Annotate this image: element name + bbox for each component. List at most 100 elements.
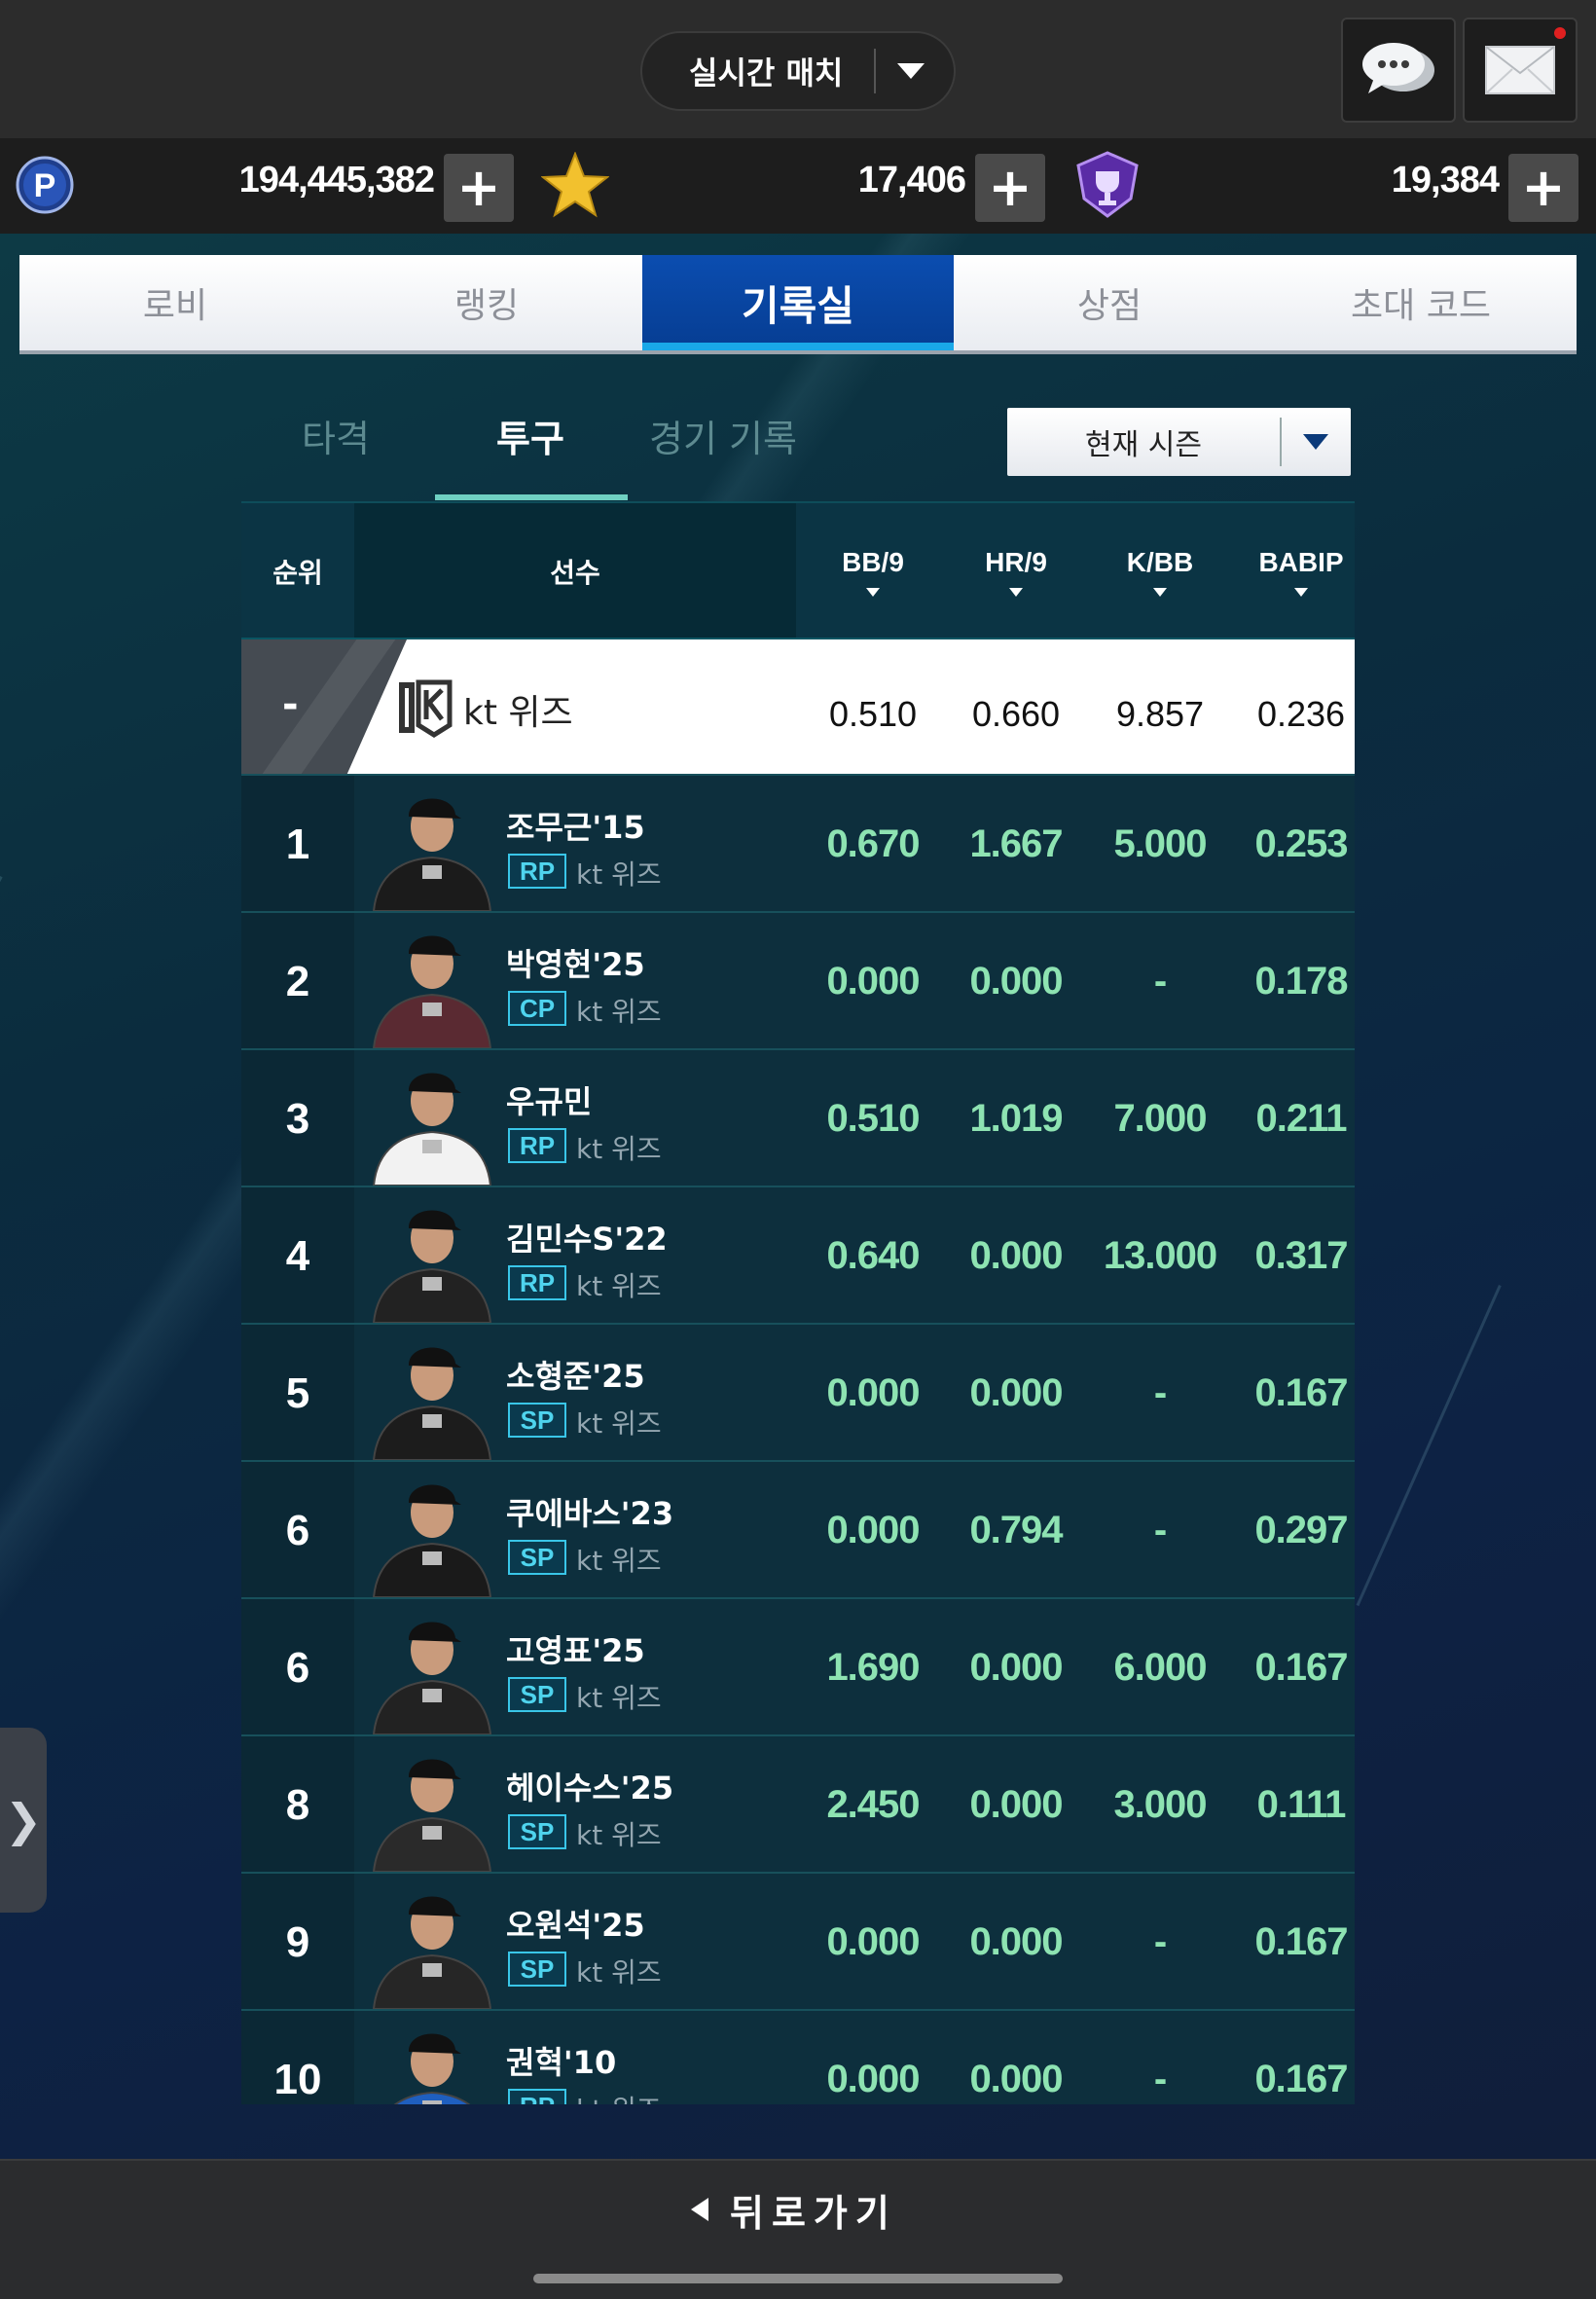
player-rank: 1 [285,821,310,868]
player-photo [354,1050,510,1186]
pitching-stats-table: 순위 선수 BB/9 HR/9 K/BB BABIP - kt 위즈 0.510… [241,501,1355,2104]
stat-kbb: 6.000 [1113,1646,1207,1689]
player-team: kt 위즈 [576,1407,662,1440]
table-row[interactable]: 2 박영현'25 CP kt 위즈 0.000 0.000 - 0.178 [241,911,1355,1048]
table-row[interactable]: 9 오원석'25 SP kt 위즈 0.000 0.000 - 0.167 [241,1872,1355,2009]
table-row[interactable]: 3 우규민 RP kt 위즈 0.510 1.019 7.000 0.211 [241,1048,1355,1186]
header-bb9-label: BB/9 [842,546,904,577]
main-tabs: 로비 랭킹 기록실 상점 초대 코드 [19,255,1577,350]
stat-bb9: 0.000 [826,1509,920,1551]
player-team: kt 위즈 [576,1682,662,1714]
header-hr9-label: HR/9 [985,546,1047,577]
sort-icon [1153,587,1167,597]
stat-babip: 0.317 [1254,1234,1348,1277]
player-photo [354,1736,510,1872]
tab-ranking[interactable]: 랭킹 [331,255,642,350]
position-badge: SP [508,1677,566,1712]
stat-bb9: 0.000 [826,2058,920,2100]
mail-icon [1485,46,1555,94]
position-badge: RP [508,1128,566,1163]
stat-hr9: 1.667 [969,822,1063,865]
player-team: kt 위즈 [576,1545,662,1577]
trophy-shield-icon [1076,151,1139,218]
stat-kbb: - [1153,1371,1167,1414]
stat-hr9: 0.000 [969,1783,1063,1826]
stat-kbb: - [1153,2058,1167,2100]
table-row[interactable]: 6 고영표'25 SP kt 위즈 1.690 0.000 6.000 0.167 [241,1597,1355,1734]
mail-button[interactable] [1463,18,1578,123]
header-rank: 순위 [241,503,354,639]
team-kbb: 9.857 [1115,694,1205,734]
stat-babip: 0.167 [1254,1371,1348,1414]
stat-babip: 0.111 [1256,1783,1347,1826]
tab-invite-code[interactable]: 초대 코드 [1265,255,1577,350]
player-name: 오원석'25 [506,1907,645,1944]
subtab-pitching[interactable]: 투구 [496,409,564,462]
player-photo [354,2011,510,2104]
sort-icon [1009,587,1023,597]
tab-records[interactable]: 기록실 [642,255,954,350]
add-trophies-button[interactable]: + [1508,154,1578,222]
stat-kbb: 5.000 [1113,822,1207,865]
stat-bb9: 0.000 [826,1920,920,1963]
match-mode-dropdown[interactable]: 실시간 매치 [640,31,956,111]
stat-hr9: 1.019 [969,1097,1063,1140]
player-name: 고영표'25 [506,1632,645,1669]
table-row[interactable]: 4 김민수S'22 RP kt 위즈 0.640 0.000 13.000 0.317 [241,1186,1355,1323]
position-badge: SP [508,1403,566,1438]
table-row[interactable]: 1 조무근'15 RP kt 위즈 0.670 1.667 5.000 0.253 [241,774,1355,911]
header-hr9-sort[interactable]: HR/9 [953,503,1079,639]
player-photo [354,1187,510,1323]
table-row[interactable]: 5 소형준'25 SP kt 위즈 0.000 0.000 - 0.167 [241,1323,1355,1460]
point-coin-icon: P [16,156,74,214]
player-team: kt 위즈 [576,1270,662,1302]
star-icon [541,152,609,218]
tab-lobby[interactable]: 로비 [19,255,331,350]
header-kbb-label: K/BB [1126,546,1194,577]
table-row[interactable]: 8 헤이수스'25 SP kt 위즈 2.450 0.000 3.000 0.111 [241,1734,1355,1872]
trophies-value: 19,384 [1391,160,1500,201]
chat-button[interactable] [1341,18,1456,123]
header-babip-sort[interactable]: BABIP [1238,503,1355,639]
header-rank-label: 순위 [272,558,323,588]
stat-hr9: 0.000 [969,1920,1063,1963]
player-photo [354,913,510,1048]
tab-shop[interactable]: 상점 [954,255,1265,350]
position-badge: SP [508,1540,566,1575]
chevron-right-icon: ❯ [4,1794,43,1846]
home-indicator[interactable] [533,2274,1063,2283]
stat-babip: 0.167 [1254,2058,1348,2100]
subtab-game-record[interactable]: 경기 기록 [649,409,797,462]
player-photo [354,1462,510,1597]
stat-bb9: 1.690 [826,1646,920,1689]
header-bb9-sort[interactable]: BB/9 [810,503,936,639]
team-summary-row: - kt 위즈 0.510 0.660 9.857 0.236 [241,639,1355,774]
player-photo [354,776,510,911]
side-panel-handle[interactable]: ❯ [0,1728,47,1913]
player-rank: 3 [285,1095,310,1143]
notification-dot [1554,27,1566,39]
stat-bb9: 0.640 [826,1234,920,1277]
add-stars-button[interactable]: + [975,154,1045,222]
player-team: kt 위즈 [576,858,662,891]
back-button[interactable]: 뒤로가기 [691,2171,897,2248]
header-kbb-sort[interactable]: K/BB [1097,503,1223,639]
stat-hr9: 0.794 [969,1509,1063,1551]
table-row[interactable]: 6 쿠에바스'23 SP kt 위즈 0.000 0.794 - 0.297 [241,1460,1355,1597]
add-points-button[interactable]: + [444,154,514,222]
stat-kbb: 3.000 [1113,1783,1207,1826]
player-team: kt 위즈 [576,1133,662,1165]
player-name: 권혁'10 [506,2044,617,2081]
stat-hr9: 0.000 [969,1371,1063,1414]
table-row[interactable]: 10 권혁'10 RP kt 위즈 0.000 0.000 - 0.167 [241,2009,1355,2104]
season-dropdown[interactable]: 현재 시즌 [1007,408,1351,476]
stat-babip: 0.167 [1254,1646,1348,1689]
player-team: kt 위즈 [576,2089,662,2104]
subtab-batting[interactable]: 타격 [302,409,370,462]
player-photo [354,1325,510,1460]
player-name: 쿠에바스'23 [506,1495,674,1532]
subtab-active-indicator [435,494,628,500]
team-rank: - [282,682,299,727]
stat-kbb: - [1153,1509,1167,1551]
chat-icon [1362,43,1434,93]
